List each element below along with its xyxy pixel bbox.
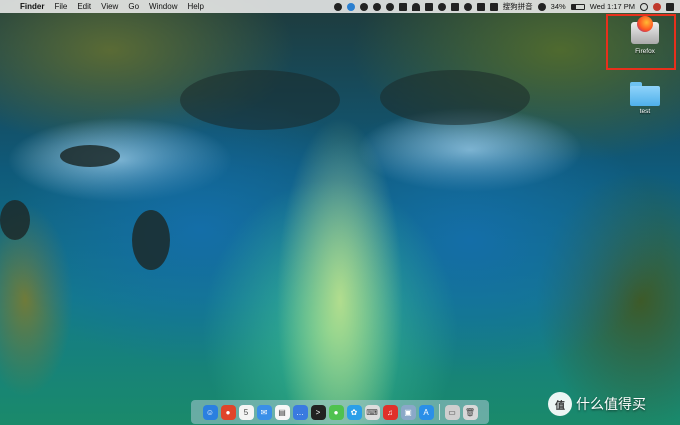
volume-icon[interactable] <box>463 2 472 11</box>
bluetooth-icon[interactable] <box>537 2 546 11</box>
mail-dock-icon[interactable]: ✉ <box>256 404 272 420</box>
wallpaper-rock <box>380 70 530 125</box>
wallpaper-rock <box>180 70 340 130</box>
battery-percent[interactable]: 34% <box>551 2 566 11</box>
test-label: test <box>639 108 651 115</box>
notification-center-icon[interactable] <box>666 2 674 11</box>
menu-bar: Finder File Edit View Go Window Help 搜狗拼… <box>0 0 680 13</box>
keyboard-icon[interactable] <box>476 2 485 11</box>
dock-separator <box>438 404 440 420</box>
menu-edit[interactable]: Edit <box>77 2 91 11</box>
feedback-dock-icon[interactable]: … <box>292 404 308 420</box>
desktop-item-firefox[interactable]: Firefox <box>617 16 673 55</box>
spotlight-icon[interactable] <box>640 2 648 11</box>
watermark: 值 什么值得买 <box>548 392 646 416</box>
wallpaper-rock <box>0 200 30 240</box>
desktop-wallpaper <box>0 0 680 425</box>
music-icon[interactable] <box>398 2 407 11</box>
finder-dock-icon[interactable]: ☺ <box>202 404 218 420</box>
battery-icon[interactable] <box>570 3 585 10</box>
qq-dock-icon[interactable]: ✿ <box>346 404 362 420</box>
scroll-icon[interactable] <box>333 2 342 11</box>
airplay-icon[interactable] <box>424 2 433 11</box>
menu-window[interactable]: Window <box>149 2 177 11</box>
cloud-icon[interactable] <box>346 2 355 11</box>
dock: ☺ ● 5 ✉ ▤… > ● ✿ ⌨ ♫ ▣ A ▭ 🗑 <box>191 400 489 424</box>
folder-icon[interactable] <box>629 82 661 106</box>
input-method-label[interactable]: 搜狗拼音 <box>503 1 533 12</box>
wallpaper-rock <box>60 145 120 167</box>
app-store-dock-icon[interactable]: A <box>418 404 434 420</box>
preview-dock-icon[interactable]: ▣ <box>400 404 416 420</box>
battery-level <box>571 4 576 9</box>
netease-music-dock-icon[interactable]: ♫ <box>382 404 398 420</box>
cloud-upload-icon[interactable] <box>372 2 381 11</box>
menu-finder[interactable]: Finder <box>20 2 44 11</box>
watermark-badge: 值 <box>548 392 572 416</box>
wechat-icon[interactable] <box>385 2 394 11</box>
menubar-clock[interactable]: Wed 1:17 PM <box>590 2 635 11</box>
siri-icon[interactable] <box>653 2 661 11</box>
sogou-icon[interactable] <box>489 2 498 11</box>
status-area: 搜狗拼音 34% Wed 1:17 PM <box>333 0 674 13</box>
firefox-label: Firefox <box>635 48 655 55</box>
notes-dock-icon[interactable]: ▤ <box>274 404 290 420</box>
clock-icon[interactable] <box>437 2 446 11</box>
menu-view[interactable]: View <box>101 2 118 11</box>
calendar-dock-icon[interactable]: 5 <box>238 404 254 420</box>
keyboard-dock-icon[interactable]: ⌨ <box>364 404 380 420</box>
menu-help[interactable]: Help <box>187 2 203 11</box>
wallpaper-rock <box>132 210 170 270</box>
firefox-disk-icon[interactable] <box>629 16 661 46</box>
wifi-icon[interactable] <box>411 2 420 11</box>
menu-file[interactable]: File <box>54 2 67 11</box>
terminal-dock-icon[interactable]: > <box>310 404 326 420</box>
display-icon[interactable] <box>450 2 459 11</box>
disk-dock-icon[interactable]: ▭ <box>444 404 460 420</box>
wechat-dock-icon[interactable]: ● <box>328 404 344 420</box>
messages-icon[interactable] <box>359 2 368 11</box>
desktop-item-test[interactable]: test <box>617 82 673 115</box>
trash-dock-icon[interactable]: 🗑 <box>462 404 478 420</box>
menu-go[interactable]: Go <box>128 2 139 11</box>
chrome-dock-icon[interactable]: ● <box>220 404 236 420</box>
watermark-text: 什么值得买 <box>576 396 646 412</box>
